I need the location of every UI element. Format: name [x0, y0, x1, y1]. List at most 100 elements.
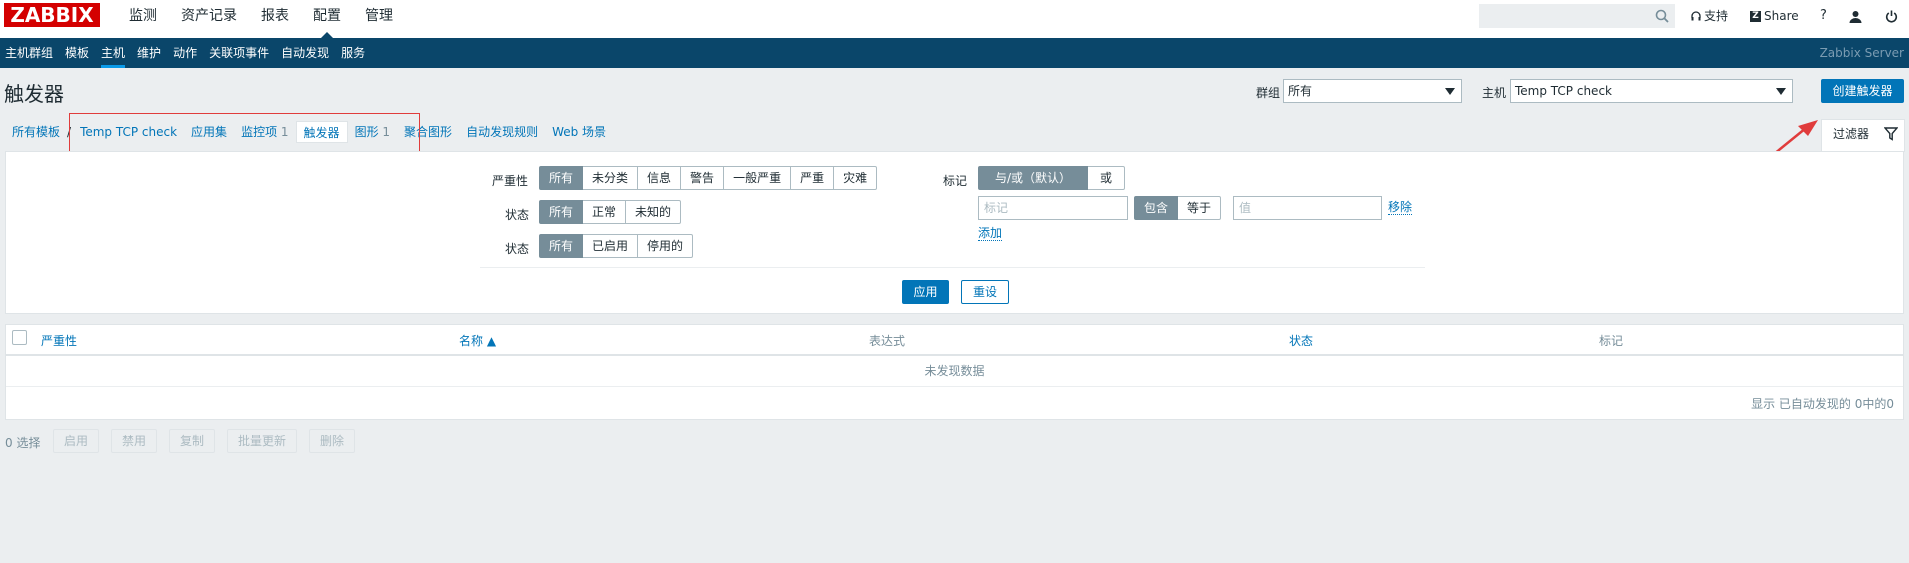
state-label: 状态 — [505, 208, 530, 222]
status-enabled[interactable]: 已启用 — [583, 234, 639, 258]
status-label: 状态 — [505, 242, 530, 256]
remove-tag-link[interactable]: 移除 — [1388, 200, 1413, 215]
filter-toggle-tab[interactable]: 过滤器 — [1821, 119, 1905, 152]
severity-average[interactable]: 一般严重 — [724, 166, 792, 190]
tab-graphs-label: 图形 — [354, 125, 379, 139]
menu-monitoring[interactable]: 监测 — [117, 0, 169, 32]
copy-button[interactable]: 复制 — [169, 429, 216, 453]
table-row-divider — [6, 386, 1903, 387]
enable-button[interactable]: 启用 — [53, 429, 100, 453]
tab-web-scenarios[interactable]: Web 场景 — [545, 121, 613, 143]
server-name: Zabbix Server — [1819, 46, 1904, 60]
tab-items-count: 1 — [280, 125, 289, 139]
zabbix-logo[interactable]: ZABBIX — [4, 3, 100, 27]
apply-button[interactable]: 应用 — [902, 280, 949, 304]
subnav-discovery[interactable]: 自动发现 — [276, 38, 336, 68]
table-footer-count: 显示 已自动发现的 0中的0 — [1751, 397, 1894, 411]
page-title: 触发器 — [4, 82, 64, 106]
group-select-value: 所有 — [1288, 84, 1313, 98]
state-filter: 所有 正常 未知的 — [539, 200, 682, 224]
share-link[interactable]: Z Share — [1750, 0, 1799, 32]
status-all[interactable]: 所有 — [539, 234, 584, 258]
delete-button[interactable]: 删除 — [309, 429, 356, 453]
subnav-actions[interactable]: 动作 — [168, 38, 204, 68]
tab-items-label: 监控项 — [241, 125, 278, 139]
group-select[interactable]: 所有 — [1283, 79, 1462, 103]
headset-icon — [1691, 10, 1701, 20]
state-normal[interactable]: 正常 — [583, 200, 627, 224]
tab-host[interactable]: Temp TCP check — [73, 121, 184, 143]
tab-applications[interactable]: 应用集 — [184, 121, 234, 143]
column-severity[interactable]: 严重性 — [41, 332, 77, 349]
tag-operator-filter: 包含 等于 — [1134, 196, 1222, 220]
subnav-services[interactable]: 服务 — [336, 38, 372, 68]
menu-reports[interactable]: 报表 — [249, 0, 301, 32]
support-link[interactable]: 支持 — [1691, 0, 1728, 32]
no-data-message: 未发现数据 — [924, 364, 985, 378]
tab-screens[interactable]: 聚合图形 — [397, 121, 459, 143]
global-search-input[interactable] — [1479, 4, 1675, 28]
tab-triggers[interactable]: 触发器 — [295, 121, 348, 143]
search-icon[interactable] — [1655, 9, 1669, 23]
severity-information[interactable]: 信息 — [638, 166, 682, 190]
tag-value-input[interactable]: 值 — [1233, 196, 1382, 220]
filter-divider — [480, 267, 1425, 268]
reset-button[interactable]: 重设 — [961, 280, 1009, 304]
severity-high[interactable]: 严重 — [791, 166, 835, 190]
main-menu: 监测 资产记录 报表 配置 管理 — [117, 0, 405, 39]
filter-icon — [1884, 127, 1898, 141]
subnav-host-groups[interactable]: 主机群组 — [0, 38, 60, 68]
help-icon[interactable]: ? — [1820, 0, 1827, 32]
menu-configuration[interactable]: 配置 — [301, 0, 353, 39]
table-header-divider — [6, 354, 1903, 356]
tab-items[interactable]: 监控项 1 — [234, 121, 295, 143]
menu-administration[interactable]: 管理 — [353, 0, 405, 32]
tag-op-equals[interactable]: 等于 — [1178, 196, 1222, 220]
severity-warning[interactable]: 警告 — [681, 166, 725, 190]
host-select[interactable]: Temp TCP check — [1510, 79, 1793, 103]
state-unknown[interactable]: 未知的 — [626, 200, 682, 224]
subnav-templates[interactable]: 模板 — [60, 38, 96, 68]
tags-logic-or[interactable]: 或 — [1088, 166, 1126, 190]
share-icon: Z — [1750, 10, 1761, 22]
user-profile-icon[interactable] — [1849, 0, 1862, 32]
tab-discovery-rules[interactable]: 自动发现规则 — [459, 121, 545, 143]
add-tag-link[interactable]: 添加 — [978, 226, 1003, 241]
top-bar: ZABBIX 监测 资产记录 报表 配置 管理 支持 Z Share ? — [0, 0, 1909, 39]
sub-navigation: 主机群组 模板 主机 维护 动作 关联项事件 自动发现 服务 Zabbix Se… — [0, 38, 1909, 68]
chevron-down-icon — [1445, 88, 1455, 95]
subnav-maintenance[interactable]: 维护 — [132, 38, 168, 68]
power-icon[interactable] — [1885, 0, 1898, 32]
select-all-checkbox[interactable] — [12, 330, 27, 345]
column-tags: 标记 — [1599, 334, 1624, 348]
mass-update-button[interactable]: 批量更新 — [227, 429, 298, 453]
subnav-hosts[interactable]: 主机 — [96, 38, 132, 68]
column-status[interactable]: 状态 — [1289, 332, 1313, 349]
host-label: 主机 — [1482, 86, 1507, 100]
subnav-event-correlation[interactable]: 关联项事件 — [204, 38, 276, 68]
status-filter: 所有 已启用 停用的 — [539, 234, 694, 258]
severity-disaster[interactable]: 灾难 — [834, 166, 878, 190]
status-disabled[interactable]: 停用的 — [638, 234, 694, 258]
tag-name-input[interactable]: 标记 — [978, 196, 1128, 220]
selected-count: 0 选择 — [5, 436, 41, 450]
tags-label: 标记 — [943, 174, 968, 188]
create-trigger-button[interactable]: 创建触发器 — [1821, 79, 1904, 103]
group-label: 群组 — [1256, 86, 1281, 100]
severity-label: 严重性 — [492, 174, 529, 188]
state-all[interactable]: 所有 — [539, 200, 584, 224]
host-select-value: Temp TCP check — [1515, 84, 1612, 98]
severity-filter: 所有 未分类 信息 警告 一般严重 严重 灾难 — [539, 166, 878, 190]
disable-button[interactable]: 禁用 — [111, 429, 158, 453]
severity-all[interactable]: 所有 — [539, 166, 584, 190]
menu-inventory[interactable]: 资产记录 — [169, 0, 249, 32]
severity-not-classified[interactable]: 未分类 — [583, 166, 639, 190]
tab-graphs[interactable]: 图形 1 — [348, 121, 397, 143]
share-label: Share — [1764, 9, 1799, 23]
column-name-sorted[interactable]: 名称 ▲ — [459, 332, 496, 349]
support-label: 支持 — [1704, 9, 1729, 23]
tag-op-contains[interactable]: 包含 — [1134, 196, 1179, 220]
tags-logic-and-or[interactable]: 与/或（默认） — [978, 166, 1089, 190]
tags-logic-filter: 与/或（默认） 或 — [978, 166, 1126, 190]
tab-all-templates[interactable]: 所有模板 — [5, 121, 67, 143]
